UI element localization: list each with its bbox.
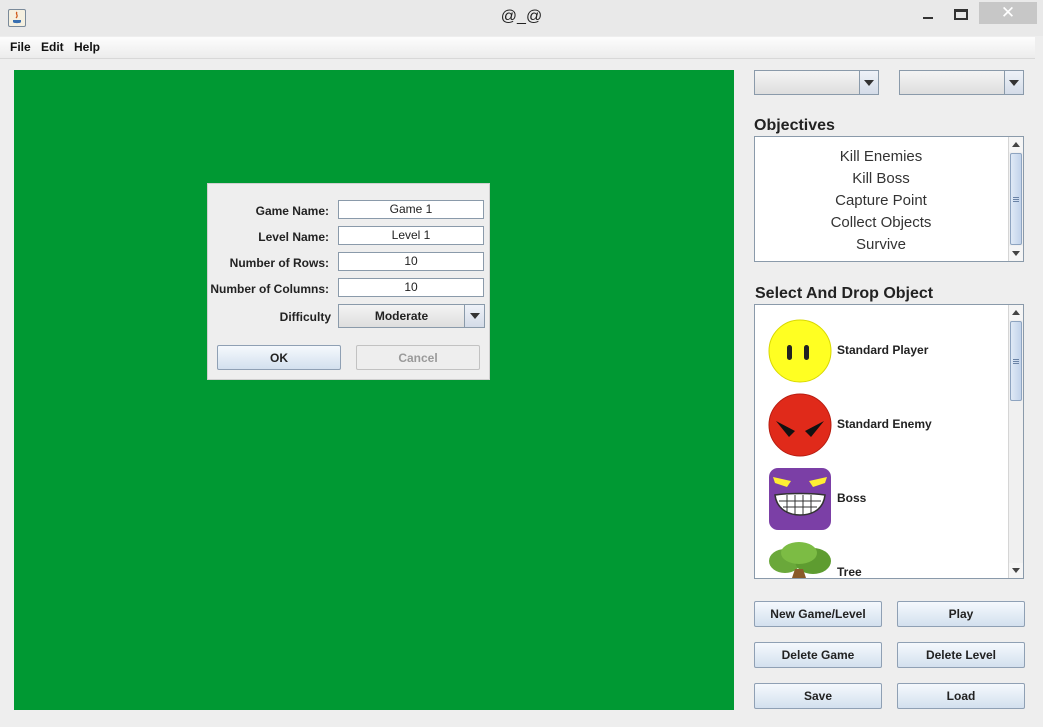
objectives-title: Objectives xyxy=(754,117,835,134)
list-item[interactable]: Collect Objects xyxy=(755,214,1007,231)
play-button[interactable]: Play xyxy=(897,601,1025,627)
menu-help[interactable]: Help xyxy=(74,40,100,54)
left-dropdown[interactable] xyxy=(754,70,879,95)
list-item[interactable]: Survive xyxy=(755,236,1007,253)
list-item[interactable]: Tree xyxy=(767,539,1007,579)
game-name-field[interactable]: Game 1 xyxy=(338,200,484,219)
scroll-thumb[interactable] xyxy=(1010,321,1022,401)
scroll-up-icon[interactable] xyxy=(1009,137,1023,152)
columns-label: Number of Columns: xyxy=(210,282,329,296)
tree-icon xyxy=(769,542,831,578)
scroll-thumb[interactable] xyxy=(1010,153,1022,245)
difficulty-select[interactable]: Moderate xyxy=(338,304,485,328)
scroll-down-icon[interactable] xyxy=(1009,246,1023,261)
difficulty-label: Difficulty xyxy=(279,310,331,324)
object-label: Standard Enemy xyxy=(837,417,932,431)
maximize-button[interactable] xyxy=(946,2,976,26)
purple-boss-face-icon xyxy=(769,468,831,530)
chevron-down-icon[interactable] xyxy=(464,305,484,327)
level-name-label: Level Name: xyxy=(258,230,329,244)
rows-field[interactable]: 10 xyxy=(338,252,484,271)
object-label: Standard Player xyxy=(837,343,929,357)
menu-file[interactable]: File xyxy=(10,40,31,54)
objects-title: Select And Drop Object xyxy=(755,285,934,302)
difficulty-value: Moderate xyxy=(374,309,429,323)
objects-list[interactable]: Standard Player Standard Enemy Boss Tree xyxy=(754,304,1024,579)
list-item[interactable]: Kill Enemies xyxy=(755,148,1007,165)
game-name-label: Game Name: xyxy=(255,204,329,218)
menu-edit[interactable]: Edit xyxy=(41,40,64,54)
delete-game-button[interactable]: Delete Game xyxy=(754,642,882,668)
list-item[interactable]: Kill Boss xyxy=(755,170,1007,187)
list-item[interactable]: Boss xyxy=(767,465,1007,531)
objectives-scrollbar[interactable] xyxy=(1008,137,1023,261)
columns-field[interactable]: 10 xyxy=(338,278,484,297)
list-item[interactable]: Capture Point xyxy=(755,192,1007,209)
object-label: Tree xyxy=(837,565,862,579)
objects-scrollbar[interactable] xyxy=(1008,305,1023,578)
scroll-up-icon[interactable] xyxy=(1009,305,1023,320)
right-dropdown[interactable] xyxy=(899,70,1024,95)
close-icon: ✕ xyxy=(1000,3,1016,23)
rows-label: Number of Rows: xyxy=(229,256,329,270)
window-title: @_@ xyxy=(500,8,543,25)
game-canvas[interactable] xyxy=(14,70,734,710)
yellow-smiley-icon xyxy=(768,319,832,383)
minimize-button[interactable] xyxy=(914,2,942,26)
title-bar: @_@ ✕ xyxy=(0,0,1043,36)
close-button[interactable]: ✕ xyxy=(979,2,1037,24)
objectives-list[interactable]: Kill Enemies Kill Boss Capture Point Col… xyxy=(754,136,1024,262)
ok-button[interactable]: OK xyxy=(217,345,341,370)
list-item[interactable]: Standard Enemy xyxy=(767,391,1007,457)
load-button[interactable]: Load xyxy=(897,683,1025,709)
menu-bar: File Edit Help xyxy=(0,37,1035,59)
new-game-dialog: Game Name: Game 1 Level Name: Level 1 Nu… xyxy=(207,183,490,380)
chevron-down-icon[interactable] xyxy=(1004,71,1023,94)
level-name-field[interactable]: Level 1 xyxy=(338,226,484,245)
save-button[interactable]: Save xyxy=(754,683,882,709)
new-game-level-button[interactable]: New Game/Level xyxy=(754,601,882,627)
red-angry-face-icon xyxy=(768,393,832,457)
object-label: Boss xyxy=(837,491,867,505)
list-item[interactable]: Standard Player xyxy=(767,317,1007,383)
chevron-down-icon[interactable] xyxy=(859,71,878,94)
cancel-button[interactable]: Cancel xyxy=(356,345,480,370)
delete-level-button[interactable]: Delete Level xyxy=(897,642,1025,668)
scroll-down-icon[interactable] xyxy=(1009,563,1023,578)
